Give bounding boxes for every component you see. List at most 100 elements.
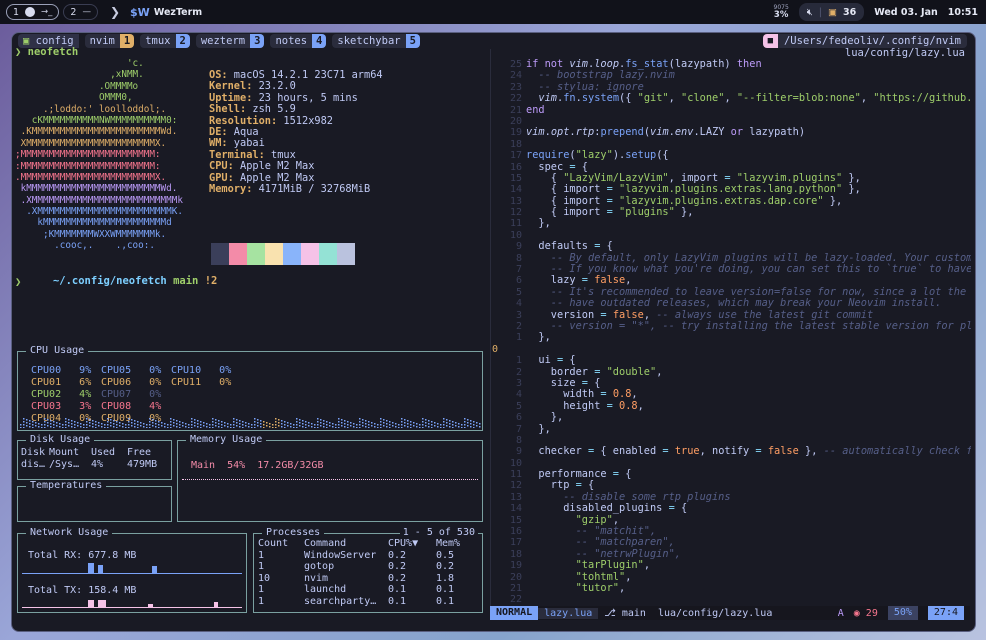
workspace-2[interactable]: 2 — bbox=[63, 4, 98, 20]
cpu-graph-dot bbox=[293, 424, 295, 426]
neofetch-pane[interactable]: ❯ neofetch 'c. ,xNMM. .OMMMMo OMMM0, .;l… bbox=[15, 46, 485, 347]
date[interactable]: Wed 03. Jan bbox=[874, 7, 938, 18]
cpu-graph-dot bbox=[293, 427, 295, 428]
line-number: 18 bbox=[509, 138, 522, 150]
cpu-graph-dot bbox=[140, 422, 142, 424]
cpu-graph-dot bbox=[317, 424, 319, 426]
cpu-graph-dot bbox=[32, 424, 34, 426]
cpu-graph-dot bbox=[236, 422, 238, 424]
cpu-graph-dot bbox=[371, 422, 373, 424]
line-number: 8 bbox=[515, 434, 522, 446]
disk-col-free: Free bbox=[127, 447, 152, 458]
cpu-graph-dot bbox=[23, 418, 25, 420]
cpu-graph-dot bbox=[197, 426, 199, 428]
cpu-graph-dot bbox=[380, 424, 382, 426]
logo-line: cKMMMMMMMMMMNWMMMMMMMMMM0: bbox=[15, 114, 178, 126]
cpu-graph-dot bbox=[464, 418, 466, 420]
tab-tmux[interactable]: tmux 2 bbox=[140, 34, 190, 48]
package-icon: ▣ bbox=[827, 6, 837, 18]
pane-divider[interactable] bbox=[490, 49, 491, 619]
cpu-graph-dot bbox=[386, 423, 388, 425]
cpu-graph-dot bbox=[278, 425, 280, 427]
time[interactable]: 10:51 bbox=[948, 7, 978, 18]
tab-sketchybar[interactable]: sketchybar 5 bbox=[332, 34, 420, 48]
cpu-graph-dot bbox=[38, 426, 40, 428]
process-cell: 0.2 bbox=[388, 561, 407, 573]
cpu-graph-dot bbox=[167, 424, 169, 426]
nvim-code-buffer[interactable]: if not vim.loop.fs_stat(lazypath) then -… bbox=[526, 59, 971, 594]
cpu-graph-dot bbox=[242, 427, 244, 428]
cpu-usage-panel[interactable]: CPU Usage CPU00 9% CPU05 0% CPU10 0% CPU01 … bbox=[17, 345, 483, 431]
process-cell: WindowServer bbox=[304, 550, 377, 561]
cpu-core-value: 0% bbox=[131, 389, 162, 400]
cpu-graph-dot bbox=[65, 418, 67, 420]
line-number: 5 bbox=[515, 400, 522, 412]
tab-wezterm[interactable]: wezterm 3 bbox=[195, 34, 265, 48]
line-number: 3 bbox=[515, 309, 522, 321]
speaker-muted-icon[interactable]: 🔇︎ bbox=[807, 7, 813, 18]
line-number: 6 bbox=[515, 412, 522, 424]
line-number: 5 bbox=[515, 286, 522, 298]
cpu-graph-dot bbox=[296, 418, 298, 420]
tab-nvim[interactable]: nvim 1 bbox=[84, 34, 135, 48]
disk-usage-panel[interactable]: Disk Usage Disk Mount Used Free dis…/Sys… 4%… bbox=[17, 434, 172, 480]
cpu-graph-dot bbox=[380, 421, 382, 423]
cpu-graph-dot bbox=[20, 427, 22, 428]
cpu-graph-dot bbox=[23, 421, 25, 423]
cpu-graph-dot bbox=[323, 426, 325, 428]
process-cell: 0.2 bbox=[388, 550, 407, 561]
cpu-graph-dot bbox=[281, 423, 283, 425]
cpu-graph-dot bbox=[89, 425, 91, 427]
cpu-core-value: 4% bbox=[61, 389, 92, 400]
cpu-core-value: 0% bbox=[201, 365, 232, 376]
cpu-graph-dot bbox=[185, 423, 187, 425]
cpu-graph-dot bbox=[314, 427, 316, 428]
code-line: height = 0.8, bbox=[526, 399, 644, 412]
process-cell: 10 bbox=[258, 572, 271, 584]
cpu-graph-dot bbox=[356, 424, 358, 426]
network-usage-panel[interactable]: Network Usage Total RX: 677.8 MB Total T… bbox=[17, 527, 247, 613]
cpu-graph-dot bbox=[176, 420, 178, 422]
line-number: 21 bbox=[509, 582, 522, 594]
cpu-core-value: 0% bbox=[131, 377, 162, 388]
info-key: Kernel: bbox=[209, 80, 253, 93]
cpu-graph-dot bbox=[194, 419, 196, 421]
cpu-graph-dot bbox=[53, 427, 55, 428]
cpu-graph-dot bbox=[248, 426, 250, 428]
workspace-1[interactable]: 1 →_ bbox=[6, 4, 60, 20]
cpu-graph-dot bbox=[215, 425, 217, 427]
cpu-graph-dot bbox=[299, 425, 301, 427]
cpu-graph-dot bbox=[305, 421, 307, 423]
process-cell: 1 bbox=[258, 561, 265, 573]
cpu-graph-dot bbox=[74, 427, 76, 428]
processes-title: Processes bbox=[262, 527, 325, 538]
cpu-graph-dot bbox=[113, 426, 115, 428]
cpu-graph-dot bbox=[317, 418, 319, 420]
cpu-graph-dot bbox=[443, 421, 445, 423]
error-icon: ◉ bbox=[853, 607, 860, 619]
cpu-graph-dot bbox=[41, 424, 43, 426]
cpu-graph-dot bbox=[464, 424, 466, 426]
cpu-graph-dot bbox=[224, 425, 226, 427]
color-swatch bbox=[211, 243, 229, 265]
temperatures-panel[interactable]: Temperatures bbox=[17, 480, 172, 522]
tab-notes[interactable]: notes 4 bbox=[270, 34, 327, 48]
processes-panel[interactable]: Processes 1 - 5 of 530 Count Command CPU%▼… bbox=[253, 527, 483, 613]
status-pill[interactable]: 🔇︎ | ▣ 36 bbox=[798, 3, 865, 21]
cpu-graph-dot bbox=[338, 424, 340, 426]
memory-usage-panel[interactable]: Memory Usage Main 54% 17.2GB/32GB bbox=[177, 434, 483, 522]
active-app-name[interactable]: WezTerm bbox=[154, 7, 202, 18]
cpu-meter[interactable]: 9075 3% bbox=[774, 4, 789, 20]
cpu-graph-dot bbox=[239, 420, 241, 422]
cpu-graph-dot bbox=[473, 421, 475, 423]
cpu-graph-dot bbox=[410, 424, 412, 426]
menubar-right: 9075 3% 🔇︎ | ▣ 36 Wed 03. Jan 10:51 bbox=[774, 3, 978, 21]
cpu-graph-dot bbox=[257, 422, 259, 424]
cpu-graph-dot bbox=[155, 420, 157, 422]
rx-bar bbox=[88, 563, 94, 573]
cpu-core-name: CPU02 bbox=[31, 389, 62, 400]
cpu-graph-dot bbox=[230, 427, 232, 428]
cpu-graph-dot bbox=[137, 427, 139, 428]
cpu-graph-dot bbox=[26, 425, 28, 427]
